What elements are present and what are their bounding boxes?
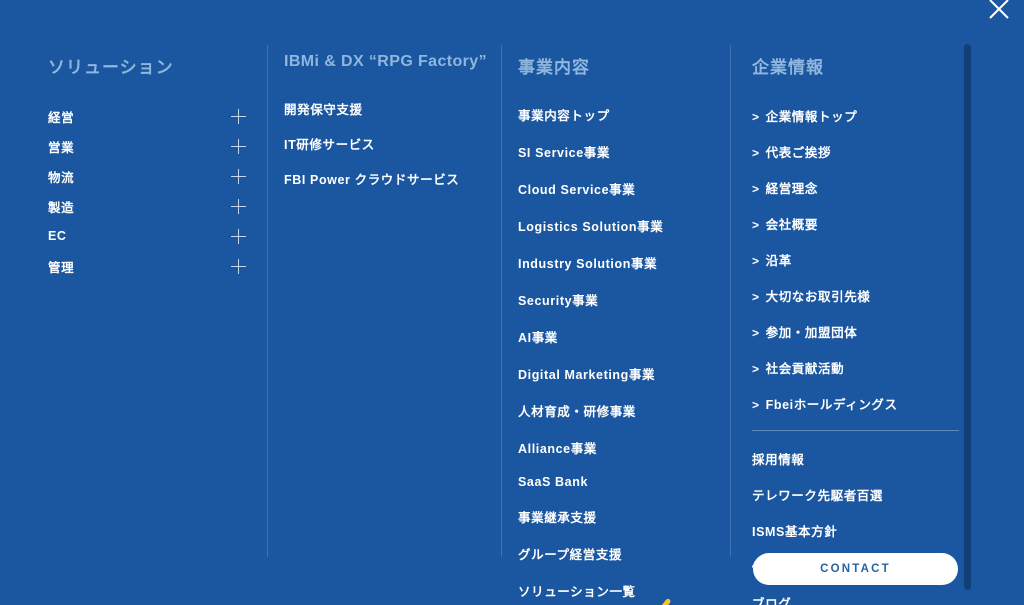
menu-link-torihikisaki[interactable]: > 大切なお取引先様 [752,286,962,305]
menu-link-security[interactable]: Security事業 [518,290,723,309]
menu-column-solution: ソリューション 経営 営業 物流 製造 EC 管理 [48,53,248,275]
chevron-right-icon: > [752,146,760,160]
menu-link-label: 沿革 [765,254,792,268]
mega-menu-overlay: ソリューション 経営 営業 物流 製造 EC 管理 IBMi & DX “RPG… [0,0,1024,605]
menu-link-digital-marketing[interactable]: Digital Marketing事業 [518,364,723,383]
menu-link-industry-solution[interactable]: Industry Solution事業 [518,253,723,272]
menu-link-jigyo-keisho[interactable]: 事業継承支援 [518,507,723,526]
accordion-item-butsuryu[interactable]: 物流 [48,168,246,185]
menu-link-daihyo-aisatsu[interactable]: > 代表ご挨拶 [752,142,962,161]
menu-column-ibmi-dx: IBMi & DX “RPG Factory” 開発保守支援 IT研修サービス … [284,53,499,204]
chevron-right-icon: > [752,218,760,232]
menu-link-label: 企業情報トップ [765,110,858,124]
plus-icon[interactable] [231,228,246,244]
menu-link-label: 代表ご挨拶 [765,146,832,160]
accordion-item-seizo[interactable]: 製造 [48,198,246,215]
menu-link-isms-hoshin[interactable]: ISMS基本方針 [752,521,962,540]
menu-link-sanka-kamei[interactable]: > 参加・加盟団体 [752,322,962,341]
accordion-label: 管理 [48,260,75,275]
menu-link-fbi-power-cloud[interactable]: FBI Power クラウドサービス [284,169,499,188]
menu-link-cloud-service[interactable]: Cloud Service事業 [518,179,723,198]
accordion-item-eigyo[interactable]: 営業 [48,138,246,155]
close-icon [989,0,1009,19]
column-heading-business: 事業内容 [518,58,590,77]
column-heading-ibmi-dx: IBMi & DX “RPG Factory” [284,53,488,70]
menu-link-group-keiei[interactable]: グループ経営支援 [518,544,723,563]
menu-link-blog[interactable]: ブログ [752,593,962,605]
menu-link-label: Fbeiホールディングス [765,398,898,412]
close-button[interactable] [982,0,1016,26]
section-divider [752,430,959,431]
menu-link-si-service[interactable]: SI Service事業 [518,142,723,161]
menu-link-jinzai-ikusei[interactable]: 人材育成・研修事業 [518,401,723,420]
plus-icon[interactable] [231,168,246,184]
column-divider-3 [730,45,731,557]
chevron-right-icon: > [752,362,760,376]
contact-button[interactable]: CONTACT [753,553,958,585]
menu-link-kaisha-gaiyo[interactable]: > 会社概要 [752,214,962,233]
accordion-item-kanri[interactable]: 管理 [48,258,246,275]
accordion-item-ec[interactable]: EC [48,228,246,244]
menu-link-keiei-rinen[interactable]: > 経営理念 [752,178,962,197]
column-heading-solution: ソリューション [48,58,174,77]
menu-column-company: 企業情報 > 企業情報トップ > 代表ご挨拶 > 経営理念 > 会社概要 > 沿… [752,53,962,605]
menu-link-saas-bank[interactable]: SaaS Bank [518,475,723,489]
menu-link-label: 会社概要 [765,218,819,232]
accordion-label: 経営 [48,110,75,125]
menu-link-kaihatsu-hoshu[interactable]: 開発保守支援 [284,99,499,118]
menu-link-saiyo-joho[interactable]: 採用情報 [752,449,962,468]
plus-icon[interactable] [231,258,246,274]
chevron-right-icon: > [752,254,760,268]
accordion-label: 物流 [48,170,75,185]
menu-link-alliance[interactable]: Alliance事業 [518,438,723,457]
menu-link-telework-senkusha[interactable]: テレワーク先駆者百選 [752,485,962,504]
chevron-right-icon: > [752,398,760,412]
plus-icon[interactable] [231,138,246,154]
menu-link-it-kenshu[interactable]: IT研修サービス [284,134,499,153]
column-divider-2 [501,45,502,557]
menu-link-business-top[interactable]: 事業内容トップ [518,105,723,124]
accordion-label: 製造 [48,200,75,215]
accordion-label: 営業 [48,140,75,155]
plus-icon[interactable] [231,198,246,214]
chevron-right-icon: > [752,326,760,340]
menu-link-ai[interactable]: AI事業 [518,327,723,346]
menu-link-logistics-solution[interactable]: Logistics Solution事業 [518,216,723,235]
column-heading-company: 企業情報 [752,58,824,77]
menu-link-fbei-holdings[interactable]: > Fbeiホールディングス [752,394,962,413]
column-divider-1 [267,45,268,557]
accordion-item-keiei[interactable]: 経営 [48,108,246,125]
scrollbar-thumb[interactable] [964,44,971,590]
menu-link-label: 経営理念 [765,182,819,196]
chevron-right-icon: > [752,182,760,196]
menu-link-label: 参加・加盟団体 [765,326,858,340]
menu-link-label: 大切なお取引先様 [765,290,871,304]
chevron-right-icon: > [752,110,760,124]
menu-link-enkaku[interactable]: > 沿革 [752,250,962,269]
menu-link-shakai-koken[interactable]: > 社会貢献活動 [752,358,962,377]
menu-link-label: 社会貢献活動 [765,362,845,376]
menu-link-company-top[interactable]: > 企業情報トップ [752,106,962,125]
accordion-label: EC [48,229,67,243]
menu-link-solution-ichiran[interactable]: ソリューション一覧 [518,581,723,600]
menu-column-business: 事業内容 事業内容トップ SI Service事業 Cloud Service事… [518,53,723,605]
chevron-right-icon: > [752,290,760,304]
plus-icon[interactable] [231,108,246,124]
